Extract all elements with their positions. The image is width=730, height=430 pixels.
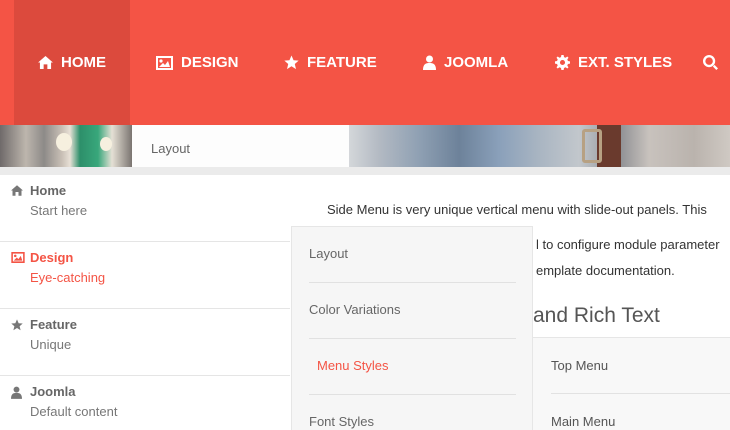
search-icon — [703, 55, 718, 70]
side-menu-item-subtitle: Eye-catching — [30, 270, 106, 285]
side-menu-item-feature[interactable]: Feature Unique — [0, 309, 290, 376]
banner-image-right — [349, 125, 730, 167]
user-icon — [11, 386, 22, 399]
star-icon — [284, 55, 299, 70]
nav-item-ext-styles[interactable]: EXT. STYLES — [555, 0, 672, 125]
panel-item-layout[interactable]: Layout — [309, 246, 516, 261]
sub-panel-divider — [551, 393, 730, 394]
content-heading: and Rich Text — [533, 304, 660, 327]
user-icon — [423, 55, 436, 70]
nav-item-joomla[interactable]: JOOMLA — [423, 0, 508, 125]
panel-item-menu-styles[interactable]: Menu Styles — [317, 358, 524, 373]
panel-divider — [309, 394, 516, 395]
content-text: Side Menu is very unique vertical menu w… — [327, 202, 707, 217]
image-icon — [11, 252, 25, 263]
sub-panel-item-top-menu[interactable]: Top Menu — [551, 358, 608, 373]
header-banner: Layout — [0, 125, 730, 167]
banner-image-left — [0, 125, 132, 167]
home-icon — [11, 185, 23, 196]
panel-divider — [309, 282, 516, 283]
side-menu-item-title: Home — [30, 183, 67, 198]
banner-breadcrumb: Layout — [132, 125, 349, 167]
side-menu-item-home[interactable]: Home Start here — [0, 175, 290, 242]
slide-out-panel: Layout Color Variations Menu Styles Font… — [291, 226, 533, 430]
side-menu-item-title: Design — [30, 250, 74, 265]
sub-panel: Top Menu Main Menu — [533, 337, 730, 430]
sub-panel-item-main-menu[interactable]: Main Menu — [551, 414, 615, 429]
side-menu-item-title: Feature — [30, 317, 77, 332]
nav-item-home[interactable]: HOME — [14, 0, 130, 125]
content-text: emplate documentation. — [536, 263, 675, 278]
star-icon — [11, 319, 23, 331]
nav-item-label: FEATURE — [307, 54, 377, 71]
top-navigation: HOME DESIGN FEATURE JOOMLA EXT. STYLES — [0, 0, 730, 125]
side-menu: Home Start here Design Eye-catching Feat… — [0, 175, 290, 430]
nav-item-label: DESIGN — [181, 54, 239, 71]
side-menu-item-subtitle: Start here — [30, 203, 88, 218]
search-button[interactable] — [703, 0, 718, 125]
panel-item-font-styles[interactable]: Font Styles — [309, 414, 516, 429]
home-icon — [38, 56, 53, 69]
side-menu-item-design[interactable]: Design Eye-catching — [0, 242, 290, 309]
divider-bar — [0, 167, 730, 175]
side-menu-item-subtitle: Unique — [30, 337, 72, 352]
side-menu-item-joomla[interactable]: Joomla Default content — [0, 376, 290, 430]
banner-buckle — [582, 129, 602, 163]
banner-flower — [100, 137, 112, 151]
side-menu-item-subtitle: Default content — [30, 404, 118, 419]
banner-label: Layout — [151, 141, 191, 156]
side-menu-item-title: Joomla — [30, 384, 76, 399]
nav-item-label: HOME — [61, 54, 106, 71]
banner-flower — [56, 133, 72, 151]
nav-item-design[interactable]: DESIGN — [156, 0, 239, 125]
content-text: l to configure module parameter — [536, 237, 720, 252]
panel-item-color-variations[interactable]: Color Variations — [309, 302, 516, 317]
panel-divider — [309, 338, 516, 339]
gear-icon — [555, 55, 570, 70]
nav-item-label: EXT. STYLES — [578, 54, 673, 71]
image-icon — [156, 55, 173, 70]
nav-item-label: JOOMLA — [444, 54, 509, 71]
nav-item-feature[interactable]: FEATURE — [284, 0, 377, 125]
